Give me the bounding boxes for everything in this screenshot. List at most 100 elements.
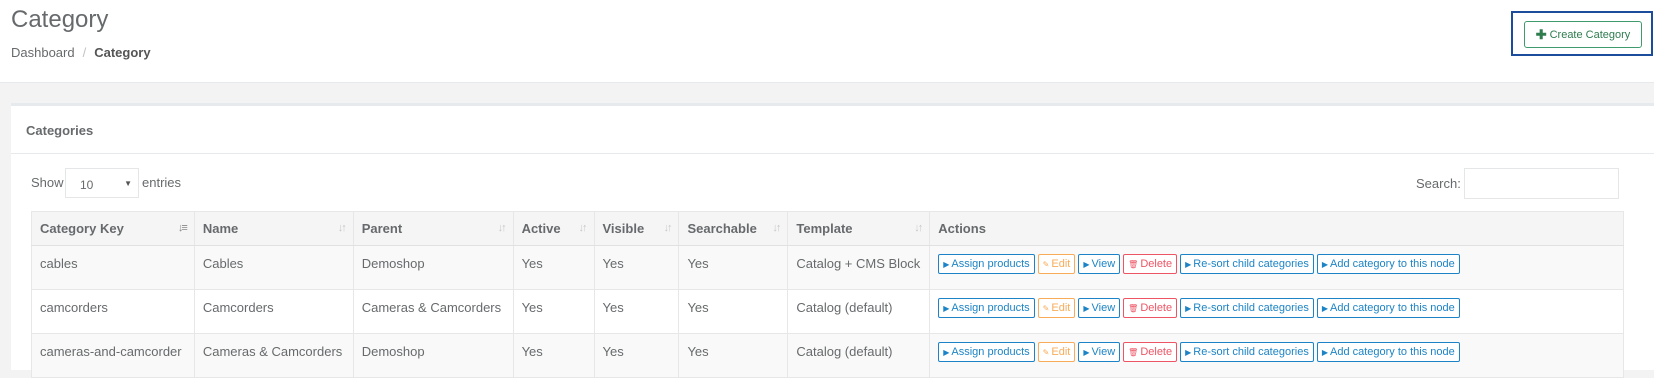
sort-icon: ↓↑: [337, 222, 347, 234]
cell-actions: ▶ Assign products ✎ Edit ▶ View 🗑 Delete ▶ Re-sor…: [929, 245, 1624, 290]
delete-button-label: Delete: [1140, 302, 1173, 314]
add-category-to-node-button[interactable]: ▶ Add category to this node: [1316, 254, 1460, 274]
edit-icon: ✎: [1042, 348, 1050, 357]
search-label: Search:: [1416, 176, 1461, 191]
assign-products-button-label: Assign products: [951, 302, 1030, 314]
cell-name: Cables: [193, 245, 354, 290]
edit-button[interactable]: ✎ Edit: [1037, 254, 1076, 274]
column-header-visible[interactable]: Visible ↓↑: [593, 211, 680, 246]
trash-icon: 🗑: [1128, 304, 1139, 313]
add-category-to-node-button[interactable]: ▶ Add category to this node: [1316, 298, 1460, 318]
sort-icon: ↓↑: [497, 222, 507, 234]
view-button[interactable]: ▶ View: [1078, 342, 1121, 362]
cell-active: Yes: [512, 245, 595, 290]
cell-visible: Yes: [593, 333, 680, 378]
cell-searchable: Yes: [678, 289, 789, 334]
entries-label: entries: [142, 175, 182, 190]
sort-icon: ↓≡: [177, 222, 188, 234]
table-row: cables Cables Demoshop Yes Yes Yes Catalog + C…: [31, 245, 1624, 290]
column-header-actions: Actions: [929, 211, 1624, 246]
search-input[interactable]: [1464, 168, 1619, 199]
view-button-label: View: [1091, 258, 1116, 270]
cell-actions: ▶ Assign products ✎ Edit ▶ View 🗑 Delete ▶ Re-sor…: [929, 333, 1624, 378]
breadcrumb: Dashboard / Category: [11, 45, 151, 60]
edit-icon: ✎: [1042, 260, 1050, 269]
cell-active: Yes: [512, 333, 595, 378]
table-row: cameras-and-camcorder Cameras & Camcorder…: [31, 333, 1624, 378]
caret-right-icon: ▶: [1185, 348, 1192, 357]
sort-icon: ↓↑: [914, 222, 923, 234]
edit-button[interactable]: ✎ Edit: [1037, 298, 1076, 318]
cell-actions: ▶ Assign products ✎ Edit ▶ View 🗑 Delete ▶ Re-sor…: [929, 289, 1624, 334]
assign-products-button[interactable]: ▶ Assign products: [938, 342, 1035, 362]
cell-template: Catalog + CMS Block: [787, 245, 931, 290]
assign-products-button[interactable]: ▶ Assign products: [938, 298, 1035, 318]
caret-right-icon: ▶: [1185, 260, 1192, 269]
column-header-parent[interactable]: Parent ↓↑: [352, 211, 514, 246]
categories-panel: Categories Show 10 ▼ entries Search: Cat…: [11, 103, 1654, 378]
panel-title: Categories: [11, 106, 1654, 154]
sort-icon: ↓↑: [772, 222, 781, 234]
add-category-to-node-button[interactable]: ▶ Add category to this node: [1316, 342, 1460, 362]
sort-icon: ↓↑: [578, 222, 588, 234]
assign-products-button-label: Assign products: [951, 258, 1030, 270]
edit-icon: ✎: [1042, 304, 1050, 313]
view-button[interactable]: ▶ View: [1078, 254, 1121, 274]
assign-products-button[interactable]: ▶ Assign products: [938, 254, 1035, 274]
cell-visible: Yes: [593, 245, 680, 290]
edit-button-label: Edit: [1051, 302, 1071, 314]
caret-right-icon: ▶: [1185, 304, 1192, 313]
breadcrumb-current: Category: [94, 45, 151, 60]
sort-icon: ↓↑: [663, 222, 672, 234]
cell-template: Catalog (default): [787, 333, 931, 378]
resort-child-categories-button[interactable]: ▶ Re-sort child categories: [1180, 342, 1314, 362]
caret-right-icon: ▶: [1321, 304, 1328, 313]
plus-icon: ✚: [1535, 26, 1547, 42]
page-size-select[interactable]: 10 ▼: [65, 168, 139, 198]
delete-button-label: Delete: [1140, 258, 1173, 270]
page-title: Category: [11, 6, 109, 33]
breadcrumb-separator: /: [82, 45, 87, 60]
categories-table: Category Key ↓≡ Name ↓↑ Parent ↓↑ Active ↓↑ …: [31, 211, 1624, 378]
caret-down-icon: ▼: [124, 179, 132, 188]
edit-button-label: Edit: [1051, 258, 1071, 270]
resort-child-categories-button[interactable]: ▶ Re-sort child categories: [1180, 298, 1314, 318]
assign-products-button-label: Assign products: [951, 346, 1030, 358]
column-header-category-key[interactable]: Category Key ↓≡: [31, 211, 195, 246]
caret-right-icon: ▶: [943, 260, 950, 269]
add-category-to-node-button-label: Add category to this node: [1329, 302, 1455, 314]
cell-name: Camcorders: [193, 289, 354, 334]
page-heading: Category Dashboard / Category ✚ Create Cat…: [0, 0, 1654, 83]
create-category-button[interactable]: ✚ Create Category: [1524, 21, 1642, 48]
column-header-name[interactable]: Name ↓↑: [193, 211, 354, 246]
column-header-searchable[interactable]: Searchable ↓↑: [678, 211, 789, 246]
cell-active: Yes: [512, 289, 595, 334]
cell-template: Catalog (default): [787, 289, 931, 334]
column-header-active[interactable]: Active ↓↑: [512, 211, 595, 246]
cell-key: camcorders: [31, 289, 195, 334]
resort-child-categories-button-label: Re-sort child categories: [1193, 258, 1309, 270]
edit-button[interactable]: ✎ Edit: [1037, 342, 1076, 362]
create-category-label: Create Category: [1549, 28, 1631, 41]
caret-right-icon: ▶: [943, 304, 950, 313]
delete-button[interactable]: 🗑 Delete: [1123, 254, 1178, 274]
delete-button[interactable]: 🗑 Delete: [1123, 298, 1178, 318]
breadcrumb-dashboard-link[interactable]: Dashboard: [11, 45, 75, 60]
resort-child-categories-button[interactable]: ▶ Re-sort child categories: [1180, 254, 1314, 274]
caret-right-icon: ▶: [1083, 260, 1090, 269]
cell-parent: Demoshop: [352, 245, 514, 290]
view-button[interactable]: ▶ View: [1078, 298, 1121, 318]
view-button-label: View: [1091, 346, 1116, 358]
table-controls: Show 10 ▼ entries Search:: [11, 168, 1654, 199]
table-header-row: Category Key ↓≡ Name ↓↑ Parent ↓↑ Active ↓↑ …: [31, 211, 1624, 246]
trash-icon: 🗑: [1128, 348, 1139, 357]
column-header-template[interactable]: Template ↓↑: [787, 211, 931, 246]
view-button-label: View: [1091, 302, 1116, 314]
caret-right-icon: ▶: [1083, 348, 1090, 357]
page-size-value: 10: [80, 178, 94, 192]
resort-child-categories-button-label: Re-sort child categories: [1193, 346, 1309, 358]
trash-icon: 🗑: [1128, 260, 1139, 269]
caret-right-icon: ▶: [943, 348, 950, 357]
delete-button[interactable]: 🗑 Delete: [1123, 342, 1178, 362]
caret-right-icon: ▶: [1083, 304, 1090, 313]
